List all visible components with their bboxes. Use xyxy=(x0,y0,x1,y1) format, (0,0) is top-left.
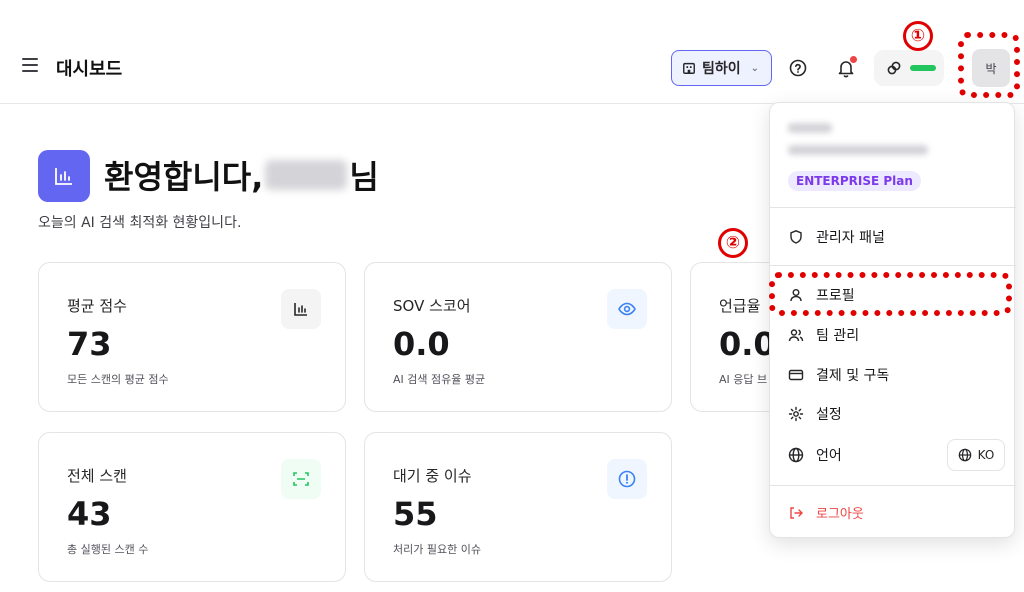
card-description: AI 검색 점유율 평균 xyxy=(393,373,486,386)
redacted-user-name xyxy=(265,160,348,190)
menu-item-label: 설정 xyxy=(816,407,842,423)
annotation-highlight-avatar xyxy=(958,32,1020,98)
annotation-marker-1: ① xyxy=(903,21,933,51)
card-label: 전체 스캔 xyxy=(67,467,127,485)
eye-icon xyxy=(607,289,647,329)
logout-icon xyxy=(790,506,803,519)
card-value: 43 xyxy=(67,495,112,533)
menu-icon[interactable] xyxy=(22,58,38,72)
language-select-button[interactable]: KO xyxy=(947,439,1005,471)
card-value: 73 xyxy=(67,325,112,363)
globe-icon xyxy=(958,448,971,462)
divider xyxy=(770,485,1016,486)
notification-dot xyxy=(850,56,857,63)
bar-chart-icon xyxy=(281,289,321,329)
building-icon xyxy=(683,62,695,74)
connection-status[interactable] xyxy=(874,50,944,86)
annotation-marker-2: ② xyxy=(718,228,748,258)
menu-item-settings[interactable]: 설정 xyxy=(788,404,842,424)
stat-card-average-score: 평균 점수 73 모든 스캔의 평균 점수 xyxy=(38,262,346,412)
logout-button[interactable]: 로그아웃 xyxy=(788,503,864,522)
notifications-button[interactable] xyxy=(828,50,864,86)
team-selector-label: 팀하이 xyxy=(702,61,741,77)
help-button[interactable] xyxy=(780,50,816,86)
scan-icon xyxy=(281,459,321,499)
card-description: AI 응답 브 xyxy=(719,373,768,386)
language-value: KO xyxy=(977,448,995,462)
welcome-heading: 환영합니다, 님 xyxy=(104,152,379,198)
bar-chart-icon xyxy=(55,168,72,185)
redacted-email xyxy=(788,145,928,155)
card-description: 총 실행된 스캔 수 xyxy=(67,543,149,556)
stat-card-pending-issues: 대기 중 이슈 55 처리가 필요한 이슈 xyxy=(364,432,672,582)
logout-label: 로그아웃 xyxy=(816,507,864,522)
page-title: 대시보드 xyxy=(56,59,123,80)
menu-item-label: 언어 xyxy=(816,448,842,464)
team-selector-button[interactable]: 팀하이 ⌄ xyxy=(671,50,772,86)
card-label: 평균 점수 xyxy=(67,297,127,315)
status-indicator xyxy=(910,65,936,71)
card-value: 0.0 xyxy=(719,325,776,363)
divider xyxy=(770,265,1016,266)
welcome-suffix: 님 xyxy=(349,158,379,196)
credit-card-icon xyxy=(788,369,804,381)
card-description: 모든 스캔의 평균 점수 xyxy=(67,373,169,386)
globe-icon xyxy=(788,447,804,463)
redacted-name xyxy=(788,123,832,133)
welcome-prefix: 환영합니다, xyxy=(104,158,264,196)
chevron-down-icon: ⌄ xyxy=(750,62,760,74)
card-label: 대기 중 이슈 xyxy=(393,467,472,485)
menu-item-label: 팀 관리 xyxy=(816,328,860,344)
top-bar: 대시보드 팀하이 ⌄ 박 xyxy=(0,0,1024,104)
link-icon xyxy=(887,61,901,75)
menu-item-admin-panel[interactable]: 관리자 패널 xyxy=(788,227,885,247)
menu-item-label: 결제 및 구독 xyxy=(816,368,890,384)
stat-card-total-scans: 전체 스캔 43 총 실행된 스캔 수 xyxy=(38,432,346,582)
card-label: 언급율 xyxy=(719,297,761,315)
welcome-subtitle: 오늘의 AI 검색 최적화 현황입니다. xyxy=(38,215,242,231)
shield-icon xyxy=(790,230,802,244)
divider xyxy=(770,207,1016,208)
menu-item-team-management[interactable]: 팀 관리 xyxy=(788,325,859,345)
profile-dropdown-menu: ENTERPRISE Plan 관리자 패널 프로필 팀 관리 결제 및 구독 … xyxy=(769,102,1016,538)
stat-card-sov-score: SOV 스코어 0.0 AI 검색 점유율 평균 xyxy=(364,262,672,412)
card-description: 처리가 필요한 이슈 xyxy=(393,543,481,556)
card-value: 0.0 xyxy=(393,325,450,363)
card-value: 55 xyxy=(393,495,438,533)
annotation-highlight-profile xyxy=(769,272,1012,316)
menu-item-billing[interactable]: 결제 및 구독 xyxy=(788,365,889,385)
help-circle-icon xyxy=(789,59,807,77)
plan-badge: ENTERPRISE Plan xyxy=(788,171,921,191)
menu-item-label: 관리자 패널 xyxy=(816,230,885,246)
users-icon xyxy=(788,329,804,342)
menu-item-language: 언어 xyxy=(788,445,842,465)
dashboard-logo xyxy=(38,150,90,202)
alert-circle-icon xyxy=(607,459,647,499)
card-label: SOV 스코어 xyxy=(393,297,471,315)
gear-icon xyxy=(788,406,804,422)
